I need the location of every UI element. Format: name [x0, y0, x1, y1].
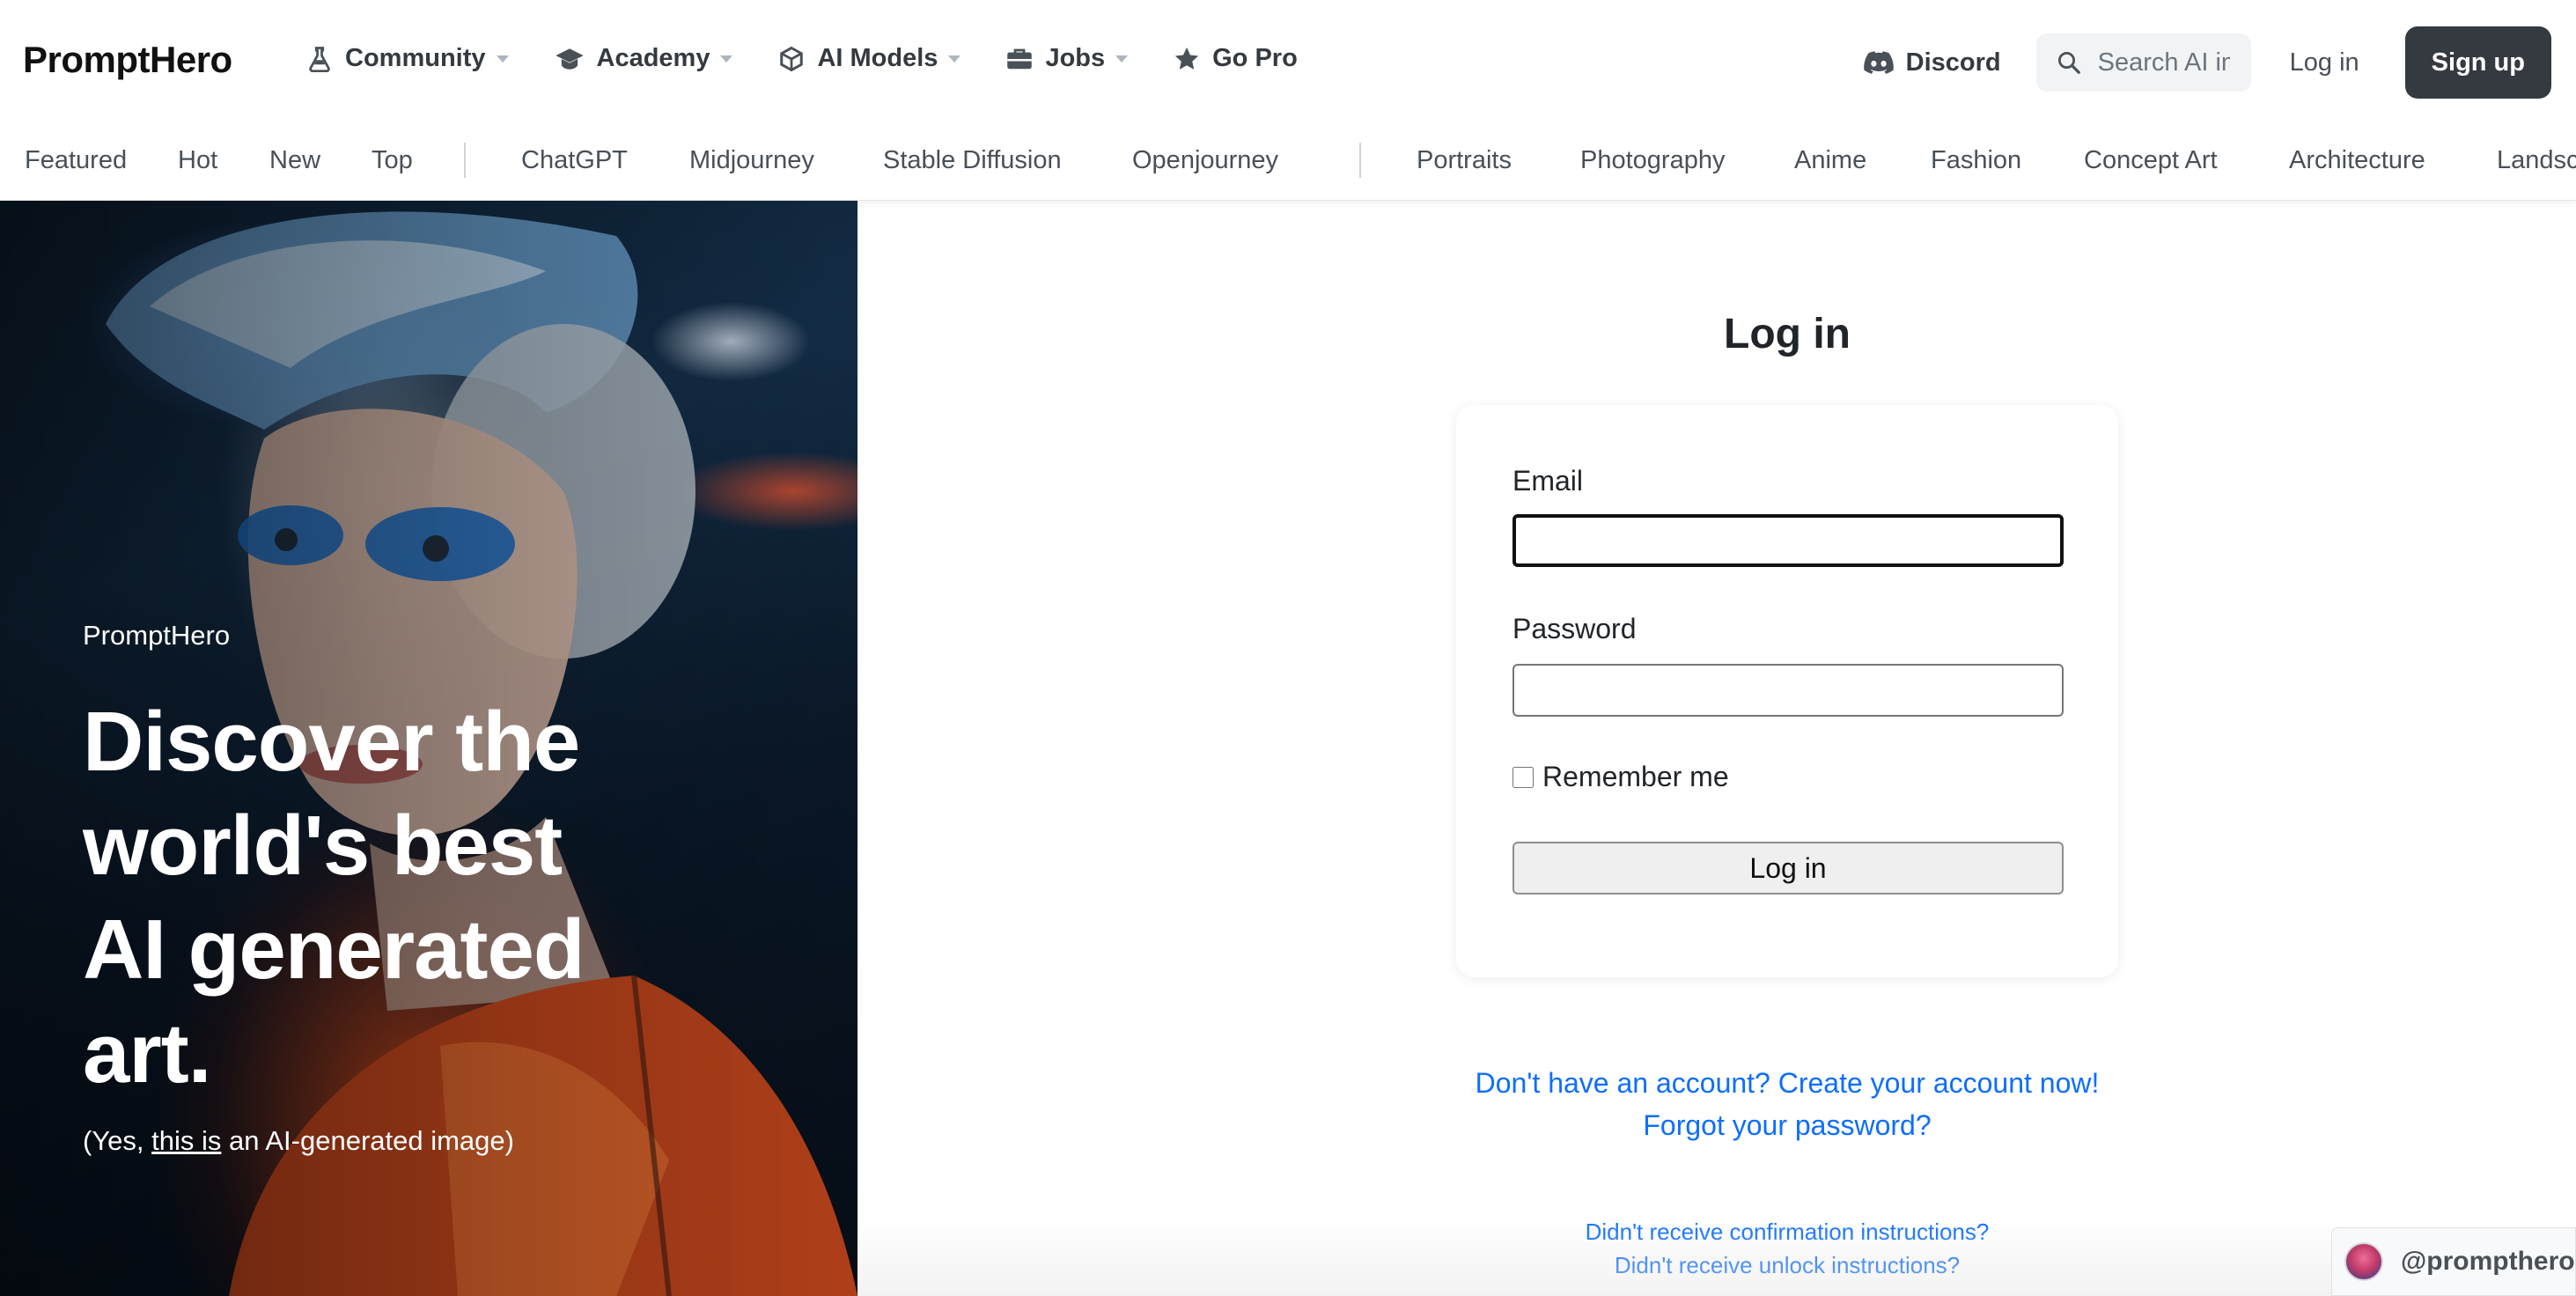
category-fashion[interactable]: Fashion: [1931, 146, 2021, 175]
graduation-cap-icon: [555, 48, 584, 70]
nav-ai-models[interactable]: AI Models: [778, 44, 961, 73]
category-new[interactable]: New: [269, 146, 320, 175]
category-architecture[interactable]: Architecture: [2289, 146, 2425, 175]
remember-me-row: Remember me: [1512, 761, 1729, 793]
category-featured[interactable]: Featured: [25, 146, 127, 175]
discord-link[interactable]: Discord: [1863, 48, 2001, 77]
login-link[interactable]: Log in: [2290, 48, 2359, 77]
avatar: [2344, 1242, 2383, 1281]
email-label: Email: [1512, 465, 1584, 497]
discord-label: Discord: [1905, 48, 2001, 77]
signup-button[interactable]: Sign up: [2404, 26, 2551, 99]
password-field[interactable]: [1512, 664, 2064, 717]
confirmation-instructions-link[interactable]: Didn't receive confirmation instructions…: [1368, 1219, 2206, 1246]
category-hot[interactable]: Hot: [178, 146, 217, 175]
remember-me-label: Remember me: [1542, 761, 1729, 792]
nav-community-label: Community: [345, 44, 486, 72]
nav-go-pro[interactable]: Go Pro: [1174, 44, 1298, 73]
flask-icon: [309, 46, 330, 72]
hero-brand: PromptHero: [83, 620, 231, 651]
briefcase-icon: [1007, 48, 1033, 69]
hero-caption-suffix: an AI-generated image): [221, 1125, 514, 1156]
hero-caption-link[interactable]: this is: [151, 1125, 221, 1156]
nav-academy[interactable]: Academy: [555, 44, 733, 73]
hero-caption: (Yes, this is an AI-generated image): [83, 1125, 514, 1157]
category-bar: Featured Hot New Top ChatGPT Midjourney …: [0, 123, 2576, 201]
remember-me-checkbox[interactable]: [1512, 766, 1534, 788]
category-portraits[interactable]: Portraits: [1417, 146, 1512, 175]
search-icon: [2057, 52, 2080, 74]
social-handle-badge[interactable]: @prompthero: [2331, 1227, 2576, 1296]
nav-go-pro-label: Go Pro: [1212, 44, 1298, 72]
search-box[interactable]: [2035, 33, 2251, 92]
category-chatgpt[interactable]: ChatGPT: [521, 146, 628, 175]
create-account-link[interactable]: Don't have an account? Create your accou…: [1368, 1067, 2206, 1100]
category-divider: [1359, 143, 1361, 178]
chevron-down-icon: [496, 55, 509, 63]
nav-ai-models-label: AI Models: [817, 44, 938, 72]
hero-caption-prefix: (Yes,: [83, 1125, 152, 1156]
password-label: Password: [1512, 613, 1637, 644]
chevron-down-icon: [948, 55, 961, 63]
right-nav: Discord Log in Sign up: [1863, 26, 2551, 99]
category-anime[interactable]: Anime: [1794, 146, 1866, 175]
category-top[interactable]: Top: [372, 146, 413, 175]
login-form: Email Password Remember me Log in: [1456, 405, 2118, 977]
category-openjourney[interactable]: Openjourney: [1132, 146, 1278, 175]
category-photography[interactable]: Photography: [1580, 146, 1725, 175]
category-landscapes[interactable]: Landscapes: [2497, 146, 2576, 175]
category-concept-art[interactable]: Concept Art: [2084, 146, 2218, 175]
search-input[interactable]: [2097, 48, 2230, 77]
page-title: Log in: [1724, 311, 1851, 357]
nav-jobs-label: Jobs: [1045, 44, 1106, 72]
category-divider: [464, 143, 466, 178]
brand-logo[interactable]: PromptHero: [23, 39, 232, 81]
hero-title: Discover the world's best AI generated a…: [83, 695, 585, 1101]
category-midjourney[interactable]: Midjourney: [689, 146, 814, 175]
nav-academy-label: Academy: [596, 44, 710, 72]
chevron-down-icon: [720, 55, 733, 63]
forgot-password-link[interactable]: Forgot your password?: [1368, 1109, 2206, 1142]
nav-jobs[interactable]: Jobs: [1006, 44, 1129, 73]
nav-community[interactable]: Community: [306, 44, 509, 73]
handle-label: @prompthero: [2401, 1247, 2575, 1276]
category-stable-diffusion[interactable]: Stable Diffusion: [883, 146, 1062, 175]
top-navbar: PromptHero Community Academy AI Models J…: [0, 0, 2576, 123]
cube-icon: [780, 46, 804, 71]
main-menu: Community Academy AI Models Jobs Go Pro: [306, 44, 1343, 73]
login-submit-button[interactable]: Log in: [1512, 842, 2064, 895]
star-icon: [1175, 47, 1199, 70]
discord-icon: [1863, 51, 1894, 74]
hero-image-panel: PromptHero Discover the world's best AI …: [0, 201, 857, 1296]
chevron-down-icon: [1115, 55, 1129, 63]
email-field[interactable]: [1512, 514, 2064, 567]
unlock-instructions-link[interactable]: Didn't receive unlock instructions?: [1368, 1252, 2206, 1279]
